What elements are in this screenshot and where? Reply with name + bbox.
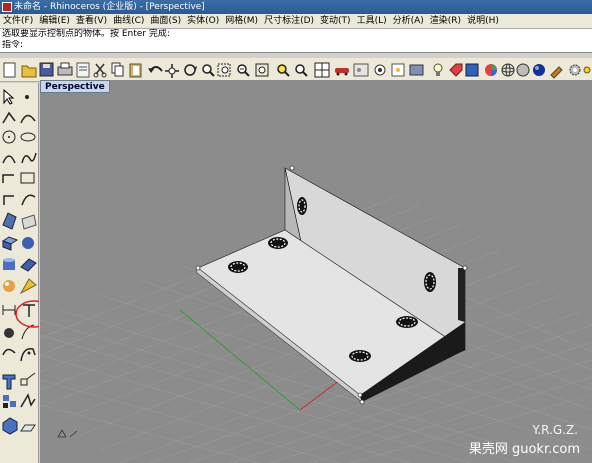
four-viewports-icon[interactable] [314, 62, 330, 78]
properties-tag-icon[interactable] [449, 63, 463, 77]
polyline-icon[interactable] [2, 111, 16, 124]
curve-icon[interactable] [20, 114, 36, 124]
transform-move-icon[interactable] [4, 328, 14, 338]
dimension-icon[interactable] [2, 305, 16, 315]
car-icon[interactable] [335, 68, 349, 76]
help-icon[interactable] [583, 66, 591, 74]
left-toolbar [0, 83, 39, 463]
text-icon[interactable] [23, 304, 35, 317]
menu-edit[interactable]: 编辑(E) [36, 14, 73, 28]
zoom-target-icon[interactable] [277, 64, 290, 77]
standard-toolbar [0, 58, 592, 82]
light-bulb-icon[interactable] [433, 63, 443, 76]
menu-render[interactable]: 渲染(R) [427, 14, 464, 28]
group-icon[interactable] [3, 395, 16, 408]
select-arrow-icon[interactable] [3, 88, 15, 105]
mesh-icon[interactable] [3, 280, 15, 292]
command-history-line: 选取要显示控制点的物体。按 Enter 完成: [2, 29, 170, 39]
grid-snap-icon[interactable] [391, 63, 405, 77]
menu-file[interactable]: 文件(F) [0, 14, 36, 28]
menu-tools[interactable]: 工具(L) [354, 14, 390, 28]
menu-curve[interactable]: 曲线(C) [110, 14, 147, 28]
print-icon[interactable] [57, 62, 73, 76]
cylinder-icon[interactable] [3, 258, 15, 270]
paste-icon[interactable] [129, 63, 142, 78]
command-prompt[interactable]: 指令: [2, 40, 592, 51]
light-icon[interactable] [19, 278, 37, 295]
cut-icon[interactable] [93, 63, 107, 78]
title-bar: 未命名 - Rhinoceros (企业版) - [Perspective] [0, 0, 592, 14]
dot-icon[interactable] [20, 372, 36, 386]
analyze-icon[interactable] [20, 393, 36, 408]
named-views-icon[interactable] [353, 63, 369, 77]
layer-icon[interactable] [409, 64, 424, 76]
save-icon[interactable] [39, 62, 54, 77]
command-area: 选取要显示控制点的物体。按 Enter 完成: 指令: [0, 29, 592, 53]
tools-icon[interactable] [550, 66, 563, 79]
rectangle-corner-icon[interactable] [20, 172, 35, 184]
ellipse-icon[interactable] [20, 132, 36, 142]
rotate-view-icon[interactable] [184, 64, 197, 76]
watermark-initials: Y.R.G.Z. [532, 423, 578, 437]
render-icon[interactable] [20, 424, 36, 432]
block-icon[interactable] [2, 417, 18, 435]
menu-view[interactable]: 查看(V) [73, 14, 110, 28]
color-wheel-icon[interactable] [485, 64, 497, 76]
surface-edge-icon[interactable] [21, 214, 37, 230]
rectangle-icon[interactable] [2, 174, 14, 183]
solid-box-icon[interactable] [1, 236, 19, 251]
fillet-edge-icon[interactable] [2, 348, 16, 356]
render-preview-icon[interactable] [465, 63, 479, 77]
zoom-icon[interactable] [202, 64, 215, 77]
zoom-out-icon[interactable] [295, 64, 308, 77]
free-curve-icon[interactable] [21, 152, 37, 164]
blend-curve-icon[interactable] [20, 348, 36, 362]
menu-mesh[interactable]: 网格(M) [222, 14, 261, 28]
axis-indicator-icon [57, 429, 78, 438]
extend-curve-icon[interactable] [21, 194, 36, 206]
viewport-title-tab[interactable]: Perspective [40, 80, 110, 93]
menu-bar: 文件(F) 编辑(E) 查看(V) 曲线(C) 曲面(S) 实体(O) 网格(M) 尺寸标注(… [0, 14, 592, 29]
new-file-icon[interactable] [3, 62, 16, 78]
properties-icon[interactable] [76, 62, 90, 78]
options-gear-icon[interactable] [569, 64, 581, 76]
menu-surface[interactable]: 曲面(S) [147, 14, 184, 28]
menu-analyze[interactable]: 分析(A) [390, 14, 427, 28]
snapshot-icon[interactable] [374, 64, 386, 76]
menu-solid[interactable]: 实体(O) [184, 14, 222, 28]
perspective-viewport[interactable]: Perspective Y.R.G.Z. 果壳网 guokr.com [40, 80, 592, 463]
zoom-window-icon[interactable] [217, 63, 231, 77]
zoom-selected-icon[interactable] [255, 63, 269, 77]
wireframe-sphere-icon[interactable] [501, 63, 515, 77]
extrude-icon[interactable] [20, 258, 37, 272]
solid-sphere-icon[interactable] [22, 237, 34, 249]
undo-icon[interactable] [148, 66, 163, 73]
watermark-site: 果壳网 guokr.com [468, 442, 580, 457]
copy-icon[interactable] [111, 62, 124, 77]
point-icon[interactable] [25, 95, 29, 99]
menu-transform[interactable]: 变动(T) [317, 14, 354, 28]
fillet-curve-icon[interactable] [3, 195, 14, 205]
surface-icon[interactable] [2, 212, 17, 230]
rendered-sphere-icon[interactable] [533, 64, 545, 76]
arc-icon[interactable] [2, 155, 16, 164]
open-folder-icon[interactable] [21, 65, 37, 78]
shaded-sphere-icon[interactable] [516, 63, 530, 77]
rhino-app-icon [2, 2, 12, 12]
zoom-extents-icon[interactable] [237, 64, 250, 77]
pan-icon[interactable] [165, 64, 179, 78]
menu-help[interactable]: 说明(H) [464, 14, 502, 28]
circle-icon[interactable] [2, 130, 16, 144]
window-title: 未命名 - Rhinoceros (企业版) - [Perspective] [14, 2, 205, 12]
menu-dimension[interactable]: 尺寸标注(D) [261, 14, 317, 28]
text-object-icon[interactable] [2, 374, 16, 390]
